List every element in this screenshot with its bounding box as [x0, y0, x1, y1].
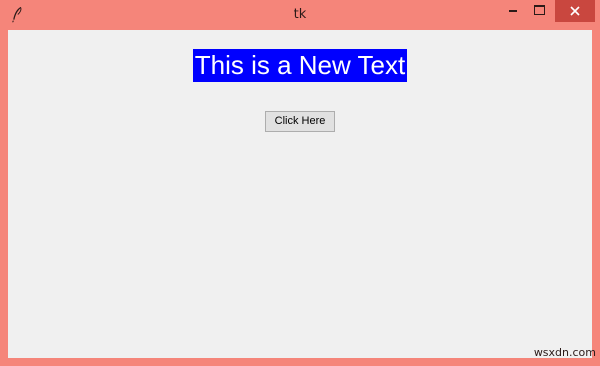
watermark-text: wsxdn.com	[533, 346, 596, 359]
tk-feather-icon[interactable]	[8, 5, 26, 23]
click-here-button[interactable]: Click Here	[265, 111, 335, 132]
close-button[interactable]	[555, 0, 595, 22]
maximize-icon	[534, 5, 545, 15]
maximize-button[interactable]	[526, 0, 552, 22]
title-bar[interactable]: tk	[0, 0, 600, 29]
app-window: tk This is a New Text Click Here wsxdn.c…	[0, 0, 600, 366]
minimize-icon	[509, 10, 517, 12]
close-icon	[570, 6, 580, 16]
text-label: This is a New Text	[193, 49, 407, 82]
minimize-button[interactable]	[500, 0, 526, 22]
window-content: This is a New Text Click Here	[8, 30, 592, 358]
